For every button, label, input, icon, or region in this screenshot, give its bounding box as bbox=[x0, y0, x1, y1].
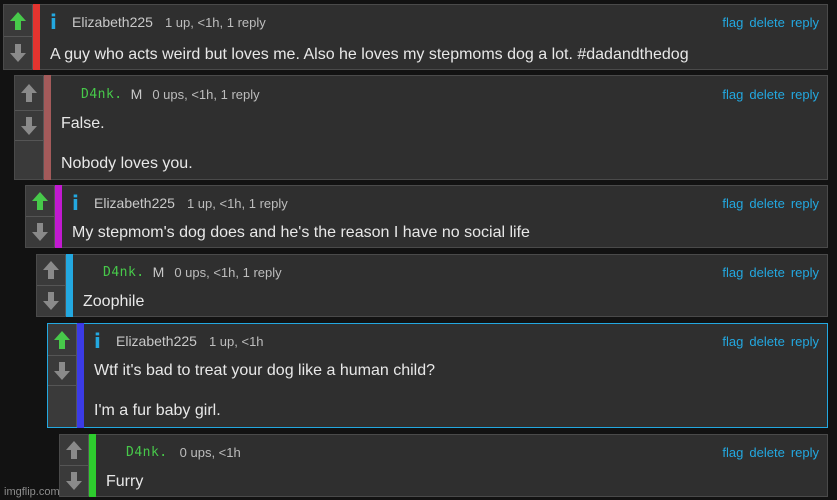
comment-text: Furry bbox=[106, 473, 144, 490]
downvote-button[interactable] bbox=[4, 37, 32, 69]
username-link[interactable]: D4nk. bbox=[126, 445, 168, 460]
arrow-down-icon bbox=[32, 222, 48, 241]
username-link[interactable]: Elizabeth225 bbox=[94, 195, 175, 211]
reply-link[interactable]: reply bbox=[791, 15, 819, 30]
comment-meta: 1 up, <1h, 1 reply bbox=[186, 195, 288, 211]
arrow-down-icon bbox=[54, 361, 70, 380]
info-icon[interactable]: i bbox=[72, 193, 80, 213]
vote-controls bbox=[4, 5, 33, 69]
flag-link[interactable]: flag bbox=[722, 87, 743, 102]
comment-text-line-2: Nobody loves you. bbox=[61, 155, 193, 172]
upvote-button[interactable] bbox=[37, 255, 65, 286]
flag-link[interactable]: flag bbox=[722, 265, 743, 280]
upvote-button[interactable] bbox=[48, 324, 76, 356]
comment-header: i Elizabeth225 1 up, <1h flag delete rep… bbox=[94, 331, 819, 351]
flag-link[interactable]: flag bbox=[722, 196, 743, 211]
comment-actions: flag delete reply bbox=[722, 334, 819, 349]
downvote-button[interactable] bbox=[60, 466, 88, 497]
reply-link[interactable]: reply bbox=[791, 445, 819, 460]
comment-text: A guy who acts weird but loves me. Also … bbox=[50, 46, 689, 63]
arrow-up-icon bbox=[21, 84, 37, 102]
upvote-button[interactable] bbox=[15, 76, 43, 111]
comment-actions: flag delete reply bbox=[722, 196, 819, 211]
watermark: imgflip.com bbox=[4, 486, 60, 498]
comment-meta: 0 ups, <1h, 1 reply bbox=[152, 86, 260, 102]
reply-link[interactable]: reply bbox=[791, 265, 819, 280]
arrow-up-icon bbox=[10, 11, 26, 30]
comment-4: D4nk. M 0 ups, <1h, 1 reply flag delete … bbox=[36, 254, 828, 317]
delete-link[interactable]: delete bbox=[749, 265, 784, 280]
upvote-button[interactable] bbox=[4, 5, 32, 37]
downvote-button[interactable] bbox=[15, 111, 43, 141]
arrow-up-icon bbox=[54, 330, 70, 349]
comment-text: My stepmom's dog does and he's the reaso… bbox=[72, 224, 530, 241]
comment-actions: flag delete reply bbox=[722, 445, 819, 460]
thread-depth-bar bbox=[44, 75, 51, 180]
comment-header: i Elizabeth225 1 up, <1h, 1 reply flag d… bbox=[50, 12, 819, 32]
vote-controls bbox=[26, 186, 55, 247]
vote-controls bbox=[37, 255, 66, 316]
thread-depth-bar bbox=[55, 185, 62, 248]
user-mark: M bbox=[152, 264, 165, 280]
comment-meta: 1 up, <1h, 1 reply bbox=[164, 14, 266, 30]
comment-text: Zoophile bbox=[83, 293, 145, 310]
comment-meta: 0 ups, <1h, 1 reply bbox=[174, 264, 282, 280]
arrow-up-icon bbox=[43, 260, 59, 279]
delete-link[interactable]: delete bbox=[749, 196, 784, 211]
comment-2: D4nk. M 0 ups, <1h, 1 reply flag delete … bbox=[14, 75, 828, 180]
username-link[interactable]: Elizabeth225 bbox=[72, 14, 153, 30]
thread-depth-bar bbox=[66, 254, 73, 317]
delete-link[interactable]: delete bbox=[749, 15, 784, 30]
username-link[interactable]: Elizabeth225 bbox=[116, 333, 197, 349]
comment-actions: flag delete reply bbox=[722, 265, 819, 280]
arrow-down-icon bbox=[10, 44, 26, 62]
comment-meta: 1 up, <1h bbox=[208, 333, 264, 349]
thread-depth-bar bbox=[89, 434, 96, 497]
comment-header: D4nk. 0 ups, <1h flag delete reply bbox=[106, 443, 819, 461]
thread-depth-bar bbox=[77, 323, 84, 428]
comment-text-line-2: I'm a fur baby girl. bbox=[94, 402, 221, 419]
downvote-button[interactable] bbox=[48, 356, 76, 386]
flag-link[interactable]: flag bbox=[722, 15, 743, 30]
delete-link[interactable]: delete bbox=[749, 445, 784, 460]
reply-link[interactable]: reply bbox=[791, 334, 819, 349]
vote-controls bbox=[60, 435, 89, 496]
arrow-down-icon bbox=[21, 116, 37, 135]
comment-3: i Elizabeth225 1 up, <1h, 1 reply flag d… bbox=[25, 185, 828, 248]
comment-actions: flag delete reply bbox=[722, 15, 819, 30]
username-link[interactable]: D4nk. bbox=[81, 87, 123, 102]
downvote-button[interactable] bbox=[37, 286, 65, 317]
vote-controls bbox=[48, 324, 77, 427]
upvote-button[interactable] bbox=[60, 435, 88, 466]
arrow-down-icon bbox=[43, 291, 59, 310]
comment-1: i Elizabeth225 1 up, <1h, 1 reply flag d… bbox=[3, 4, 828, 70]
arrow-down-icon bbox=[66, 471, 82, 490]
comment-actions: flag delete reply bbox=[722, 87, 819, 102]
info-icon[interactable]: i bbox=[94, 331, 102, 351]
username-link[interactable]: D4nk. bbox=[103, 265, 145, 280]
comment-meta: 0 ups, <1h bbox=[179, 444, 241, 460]
user-mark: M bbox=[130, 86, 143, 102]
comment-header: D4nk. M 0 ups, <1h, 1 reply flag delete … bbox=[83, 263, 819, 281]
downvote-button[interactable] bbox=[26, 217, 54, 248]
delete-link[interactable]: delete bbox=[749, 334, 784, 349]
flag-link[interactable]: flag bbox=[722, 334, 743, 349]
comment-6: D4nk. 0 ups, <1h flag delete reply Furry bbox=[59, 434, 828, 497]
flag-link[interactable]: flag bbox=[722, 445, 743, 460]
comment-text-line-1: False. bbox=[61, 115, 105, 132]
reply-link[interactable]: reply bbox=[791, 87, 819, 102]
info-icon[interactable]: i bbox=[50, 12, 58, 32]
reply-link[interactable]: reply bbox=[791, 196, 819, 211]
thread-depth-bar bbox=[33, 4, 40, 70]
arrow-up-icon bbox=[66, 440, 82, 459]
upvote-button[interactable] bbox=[26, 186, 54, 217]
comment-5: i Elizabeth225 1 up, <1h flag delete rep… bbox=[47, 323, 828, 428]
delete-link[interactable]: delete bbox=[749, 87, 784, 102]
comment-header: i Elizabeth225 1 up, <1h, 1 reply flag d… bbox=[72, 193, 819, 213]
comment-header: D4nk. M 0 ups, <1h, 1 reply flag delete … bbox=[61, 85, 819, 103]
comment-text-line-1: Wtf it's bad to treat your dog like a hu… bbox=[94, 362, 436, 379]
vote-controls bbox=[15, 76, 44, 179]
arrow-up-icon bbox=[32, 191, 48, 210]
